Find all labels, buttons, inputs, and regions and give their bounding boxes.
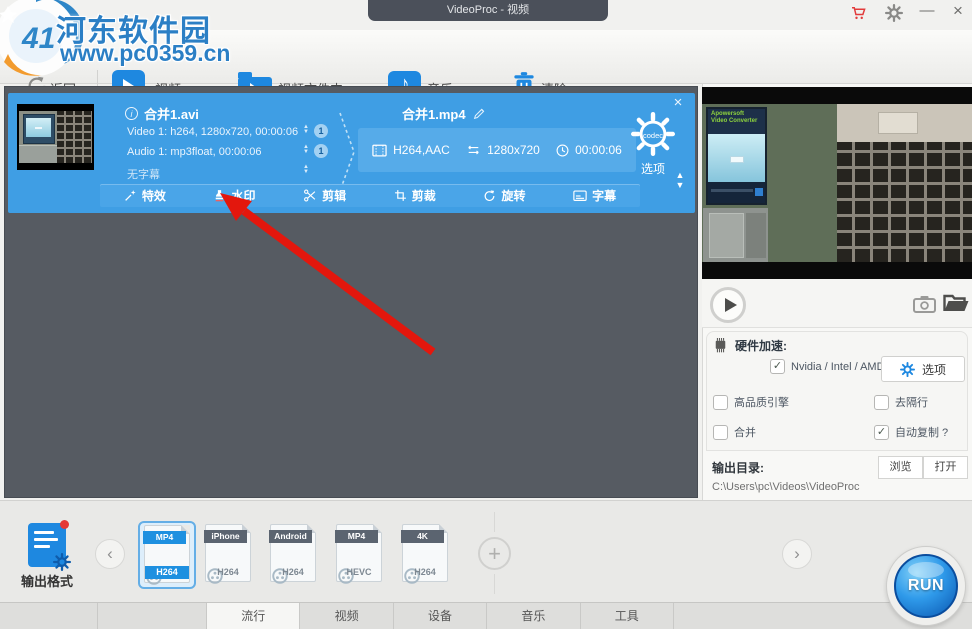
- output-resolution-item: 1280x720: [466, 143, 540, 157]
- watermark-stamp-icon: [216, 190, 224, 202]
- output-duration-item: 00:00:06: [556, 143, 622, 157]
- tab-music[interactable]: 音乐: [487, 603, 581, 629]
- output-dir-path: C:\Users\pc\Videos\VideoProc: [712, 481, 860, 493]
- main-toolbar: 返回 + 视频 + 视频文件夹 ♪ + 音乐 清除: [0, 30, 972, 108]
- merge-option: 合并: [713, 424, 756, 440]
- codec-options-button[interactable]: codec: [631, 112, 675, 158]
- high-quality-engine-option: 高品质引擎: [713, 394, 789, 410]
- cut-tool[interactable]: 剪辑: [303, 187, 346, 204]
- merge-checkbox[interactable]: [713, 424, 728, 440]
- window-title: VideoProc - 视频: [368, 0, 608, 21]
- category-tabbar: 流行 视频 设备 音乐 工具: [0, 602, 972, 629]
- videoproc-window: VideoProc - 视频 — × 返回 + 视频 + 视频文件夹 ♪ +: [0, 0, 972, 629]
- close-button[interactable]: ×: [946, 0, 970, 24]
- output-dir-label: 输出目录:: [712, 461, 764, 475]
- snapshot-camera-icon[interactable]: [912, 295, 937, 313]
- format-gear-icon: [53, 553, 71, 571]
- titlebar: VideoProc - 视频 — ×: [0, 0, 972, 30]
- preview-monitor: Apowersoft Video Converter: [706, 107, 767, 206]
- tab-video[interactable]: 视频: [300, 603, 394, 629]
- auto-copy-checkbox[interactable]: ✓: [874, 424, 889, 440]
- tab-device[interactable]: 设备: [394, 603, 488, 629]
- gpu-accel-option: ✓ Nvidia / Intel / AMD: [770, 359, 885, 374]
- watermark-tool[interactable]: 水印: [213, 187, 255, 204]
- deinterlace-option: 去隔行: [874, 394, 928, 410]
- store-cart-icon[interactable]: [849, 4, 867, 22]
- source-file-name: i 合并1.avi: [125, 104, 199, 123]
- film-icon: [372, 144, 387, 156]
- preview-video-frame: Apowersoft Video Converter: [702, 104, 972, 262]
- effects-tool[interactable]: 特效: [124, 187, 166, 204]
- rotate-icon: [485, 190, 495, 201]
- preset-android-h264[interactable]: Android H264: [269, 524, 317, 586]
- preset-mp4-hevc[interactable]: MP4 HEVC: [335, 524, 383, 586]
- clock-icon: [556, 144, 569, 156]
- run-button[interactable]: RUN: [894, 554, 958, 618]
- output-codec-item: H264,AAC: [372, 143, 450, 157]
- crop-tool[interactable]: 剪裁: [394, 187, 436, 204]
- audio-track-info: Audio 1: mp3float, 00:00:06: [127, 146, 262, 158]
- hardware-accel-row: 硬件加速:: [712, 337, 787, 354]
- video-track-count-badge[interactable]: 1: [314, 124, 328, 138]
- output-info-box: H264,AAC 1280x720 00:00:06: [358, 128, 636, 172]
- source-output-connector: [339, 112, 355, 192]
- clip-reorder-arrows[interactable]: ▲ ▼: [672, 170, 688, 190]
- preset-iphone-h264[interactable]: iPhone H264: [204, 524, 252, 586]
- clip-close-button[interactable]: ×: [668, 94, 688, 112]
- output-format-label: 输出格式: [20, 574, 73, 589]
- play-button[interactable]: [710, 287, 746, 323]
- audio-track-stepper[interactable]: ▲ ▼: [301, 144, 311, 155]
- preset-scroll-right-button[interactable]: ›: [782, 539, 812, 569]
- tab-tools[interactable]: 工具: [581, 603, 674, 629]
- output-format-icon[interactable]: [28, 520, 71, 571]
- scissors-icon: [304, 189, 316, 202]
- video-track-info: Video 1: h264, 1280x720, 00:00:06: [127, 126, 299, 138]
- edit-tool-strip: 特效 水印 剪辑 剪裁 旋转 字幕: [100, 184, 640, 207]
- add-preset-button[interactable]: +: [478, 537, 511, 570]
- settings-gear-icon[interactable]: [885, 4, 903, 22]
- preview-laptop: [703, 208, 769, 262]
- preset-scroll-left-button[interactable]: ‹: [95, 539, 125, 569]
- video-track-stepper[interactable]: ▲ ▼: [301, 124, 311, 135]
- browse-button[interactable]: 浏览: [878, 456, 923, 479]
- auto-copy-option: ✓ 自动复制 ?: [874, 424, 948, 440]
- subtitle-icon: [573, 189, 587, 201]
- preview-app-title: Apowersoft Video Converter: [708, 109, 765, 134]
- subtitle-track-info: 无字幕: [127, 169, 160, 181]
- output-file-name: 合并1.mp4: [402, 104, 486, 123]
- preset-mp4-h264[interactable]: MP4 H264: [138, 521, 196, 589]
- high-quality-engine-checkbox[interactable]: [713, 394, 728, 410]
- hardware-options-button[interactable]: 选项: [881, 356, 965, 382]
- deinterlace-checkbox[interactable]: [874, 394, 889, 410]
- rename-pencil-icon[interactable]: [473, 107, 486, 120]
- preset-4k-h264[interactable]: 4K H264: [401, 524, 449, 586]
- gpu-accel-checkbox[interactable]: ✓: [770, 359, 785, 374]
- chip-icon: [715, 338, 726, 353]
- options-gear-icon: [899, 361, 915, 377]
- subtitle-track-stepper[interactable]: ▲ ▼: [301, 164, 311, 175]
- open-output-folder-icon[interactable]: [943, 293, 970, 313]
- audio-track-count-badge[interactable]: 1: [314, 144, 328, 158]
- tab-popular[interactable]: 流行: [207, 603, 301, 629]
- resolution-icon: [468, 145, 479, 155]
- minimize-button[interactable]: —: [915, 0, 939, 24]
- preview-keyboard: [837, 141, 972, 262]
- info-icon[interactable]: i: [125, 107, 138, 120]
- open-button[interactable]: 打开: [923, 456, 968, 479]
- effects-wand-icon: [124, 190, 136, 201]
- subtitle-tool[interactable]: 字幕: [573, 187, 616, 204]
- clip-thumbnail[interactable]: [17, 104, 94, 170]
- codec-options-label: 选项: [640, 162, 665, 176]
- rotate-tool[interactable]: 旋转: [483, 187, 525, 204]
- crop-icon: [394, 190, 406, 201]
